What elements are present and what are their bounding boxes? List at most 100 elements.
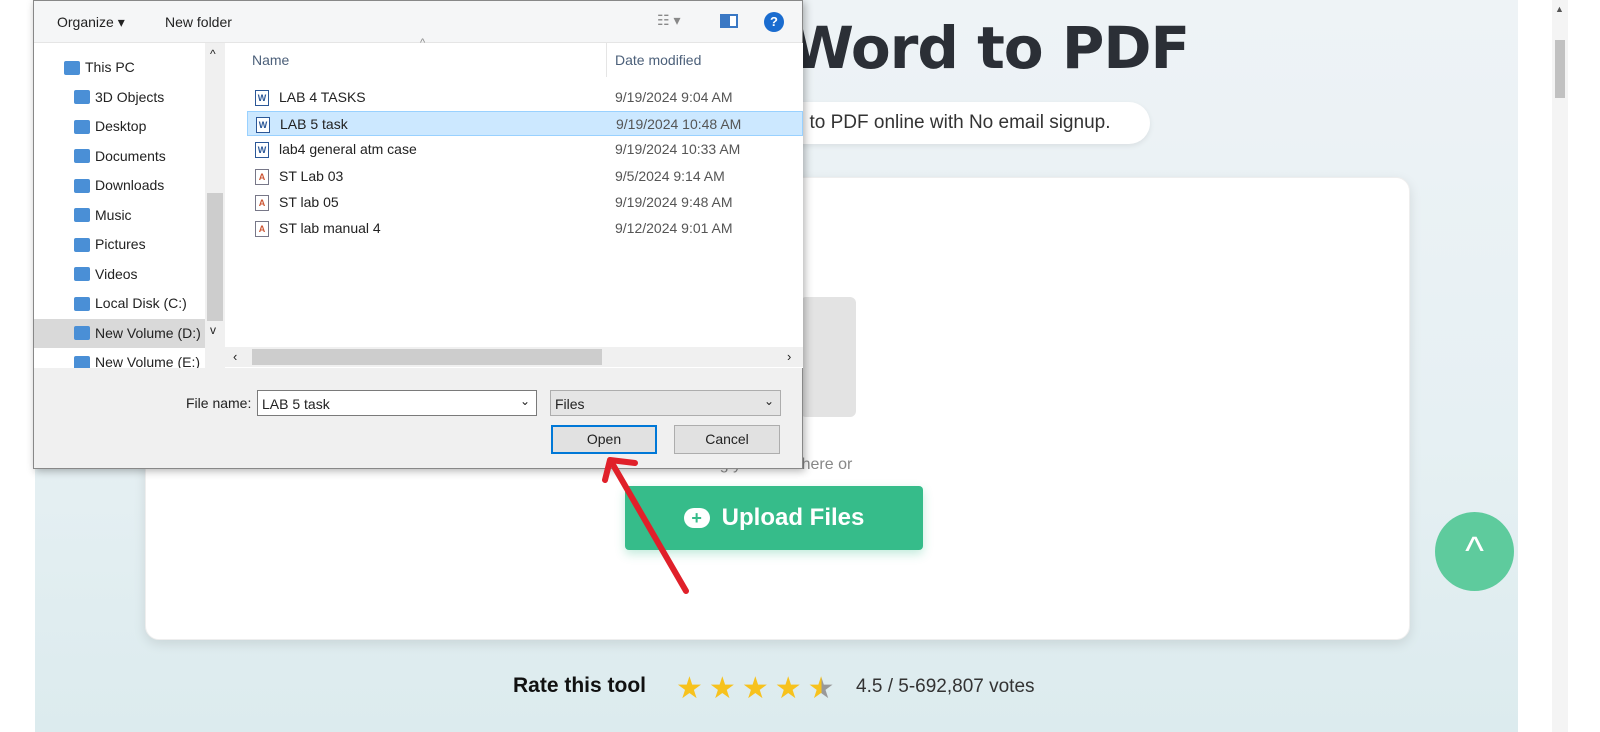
file-type-value: Files	[555, 396, 585, 412]
file-name: ST lab 05	[279, 193, 339, 210]
cube-icon	[74, 90, 90, 105]
nav-item[interactable]: Local Disk (C:)	[34, 289, 225, 319]
file-row[interactable]: Wlab4 general atm case 9/19/2024 10:33 AM	[247, 137, 803, 162]
view-options-icon[interactable]: ☷ ▾	[657, 12, 680, 29]
word-document-icon: W	[255, 90, 269, 106]
open-file-dialog: Organize ▾ New folder ☷ ▾ ? This PC 3D Ob…	[33, 0, 803, 469]
upload-label: Upload Files	[721, 504, 865, 531]
navigation-pane: This PC 3D Objects Desktop Documents Downloa…	[34, 43, 225, 368]
scroll-to-top-button[interactable]: ^	[1435, 512, 1514, 591]
chevron-up-icon[interactable]: ^	[210, 47, 216, 61]
file-row[interactable]: A ST Lab 03 9/5/2024 9:14 AM	[247, 164, 803, 189]
nav-item[interactable]: New Volume (E:)	[34, 348, 225, 368]
file-name: ST Lab 03	[279, 167, 344, 184]
rate-label: Rate this tool	[513, 674, 647, 697]
nav-item-label: Music	[95, 206, 132, 223]
file-name: ST lab manual 4	[279, 220, 381, 236]
scrollbar-thumb[interactable]	[252, 349, 602, 365]
chevron-left-icon[interactable]: ‹	[233, 349, 237, 364]
file-name-label: File name:	[186, 395, 252, 411]
file-row[interactable]: W LAB 5 task 9/19/2024 10:48 AM	[247, 111, 803, 137]
file-name: LAB 4 TASKS	[279, 89, 366, 105]
file-list: ^ Name Date modified ‹ › W LAB 4 TASKS 9/19…	[225, 37, 803, 368]
chevron-down-icon[interactable]: v	[210, 323, 216, 337]
upload-files-button[interactable]: + Upload Files	[625, 486, 923, 550]
word-document-icon: W	[256, 117, 270, 134]
file-row[interactable]: A ST lab manual 4 9/12/2024 9:01 AM	[247, 216, 803, 241]
folder-icon	[800, 297, 856, 417]
cancel-button[interactable]: Cancel	[674, 425, 780, 454]
pc-icon	[64, 60, 80, 75]
nav-item[interactable]: Pictures	[34, 230, 225, 260]
download-icon	[74, 178, 90, 193]
page-scrollbar[interactable]: ▲	[1552, 0, 1568, 732]
nav-item-label: Desktop	[95, 118, 147, 134]
star-icon[interactable]: ★	[709, 671, 736, 706]
star-icon[interactable]: ★	[742, 671, 769, 706]
nav-item[interactable]: Desktop	[34, 112, 225, 142]
column-header-date[interactable]: Date modified	[615, 52, 701, 68]
file-name-value: LAB 5 task	[262, 396, 330, 412]
column-header-name[interactable]: Name	[252, 52, 289, 68]
nav-item-label: Downloads	[95, 177, 165, 193]
half-star-icon[interactable]: ★	[808, 671, 835, 706]
nav-scrollbar[interactable]: ^ v	[205, 43, 225, 368]
nav-item-label: This PC	[85, 59, 135, 75]
sort-ascending-icon: ^	[420, 37, 426, 49]
desktop-icon	[74, 119, 90, 134]
text-document-icon: A	[255, 194, 269, 211]
chevron-down-icon[interactable]: ⌄	[764, 394, 774, 408]
nav-item-label: New Volume (E:)	[95, 354, 201, 368]
file-date: 9/19/2024 10:33 AM	[615, 141, 741, 158]
preview-pane-icon[interactable]	[720, 14, 738, 28]
file-name: lab4 general atm case	[279, 141, 417, 158]
file-date: 9/19/2024 10:48 AM	[616, 116, 742, 133]
rating-stars[interactable]: ★ ★ ★ ★ ★	[676, 671, 835, 706]
file-row[interactable]: A ST lab 05 9/19/2024 9:48 AM	[247, 190, 803, 215]
scroll-up-icon[interactable]: ▲	[1555, 4, 1564, 14]
file-row[interactable]: W LAB 4 TASKS 9/19/2024 9:04 AM	[247, 85, 803, 110]
file-date: 9/19/2024 9:48 AM	[615, 193, 733, 210]
chevron-right-icon[interactable]: ›	[787, 349, 791, 364]
file-type-select[interactable]: Files ⌄	[550, 390, 781, 416]
file-date: 9/5/2024 9:14 AM	[615, 167, 725, 184]
nav-item-label: New Volume (D:)	[95, 324, 201, 341]
file-date: 9/19/2024 9:04 AM	[615, 89, 733, 105]
document-icon	[74, 149, 90, 164]
nav-item[interactable]: Downloads	[34, 171, 225, 201]
text-document-icon: A	[255, 221, 269, 237]
nav-item-label: Local Disk (C:)	[95, 295, 187, 311]
nav-item[interactable]: This PC	[34, 53, 225, 83]
file-name-input[interactable]: LAB 5 task ⌄	[257, 390, 537, 416]
word-document-icon: W	[255, 142, 269, 159]
organize-button[interactable]: Organize ▾	[57, 14, 125, 31]
open-button[interactable]: Open	[551, 425, 657, 454]
horizontal-scrollbar[interactable]: ‹ ›	[225, 347, 803, 367]
file-date: 9/12/2024 9:01 AM	[615, 220, 733, 236]
scrollbar-thumb[interactable]	[1555, 40, 1565, 98]
disk-icon	[74, 326, 90, 341]
help-icon[interactable]: ?	[764, 12, 784, 32]
nav-item[interactable]: 3D Objects	[34, 83, 225, 113]
cloud-upload-icon: +	[683, 508, 710, 528]
column-divider[interactable]	[606, 43, 607, 77]
star-icon[interactable]: ★	[775, 671, 802, 706]
nav-item-label: Videos	[95, 265, 138, 282]
page-title: Word to PDF	[790, 14, 1190, 82]
votes-text: 4.5 / 5-692,807 votes	[856, 676, 1035, 697]
star-icon[interactable]: ★	[676, 671, 703, 706]
nav-item[interactable]: Videos	[34, 260, 225, 290]
nav-item[interactable]: Music	[34, 201, 225, 231]
nav-item[interactable]: Documents	[34, 142, 225, 172]
nav-item-label: Documents	[95, 147, 166, 164]
disk-icon	[74, 355, 90, 368]
chevron-down-icon[interactable]: ⌄	[520, 394, 530, 408]
scrollbar-thumb[interactable]	[207, 193, 223, 321]
nav-item-label: Pictures	[95, 236, 146, 252]
disk-icon	[74, 296, 90, 311]
new-folder-button[interactable]: New folder	[165, 14, 232, 30]
nav-item[interactable]: New Volume (D:)	[34, 318, 225, 348]
video-icon	[74, 267, 90, 282]
text-document-icon: A	[255, 168, 269, 185]
picture-icon	[74, 237, 90, 252]
